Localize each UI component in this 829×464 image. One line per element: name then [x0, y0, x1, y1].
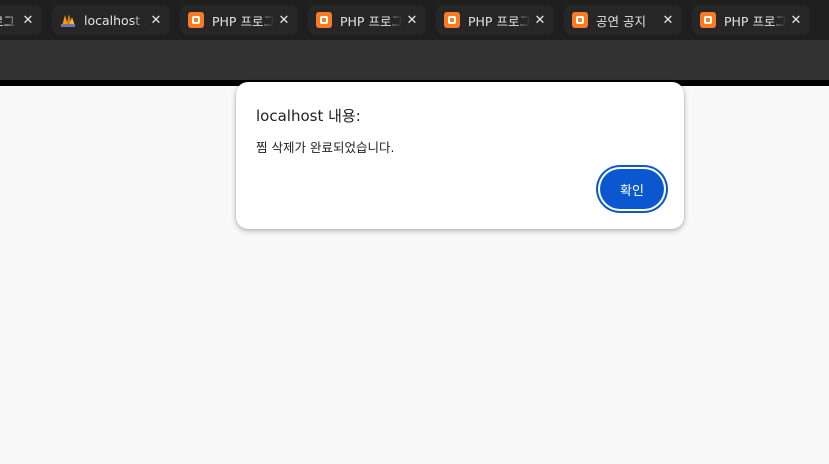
tab-title: PHP 프로그 [468, 13, 530, 29]
alert-dialog: localhost 내용: 찜 삭제가 완료되었습니다. 확인 [236, 82, 684, 229]
browser-tab[interactable]: PHP 프로그 ✕ [180, 5, 298, 35]
xampp-icon [188, 12, 204, 28]
tab-title: localhost / 1 [84, 12, 146, 28]
ok-button[interactable]: 확인 [600, 169, 664, 209]
phpmyadmin-icon [61, 14, 75, 27]
close-tab-icon[interactable]: ✕ [786, 13, 806, 28]
xampp-icon [700, 12, 716, 28]
browser-tab[interactable]: PHP 프로그 ✕ [436, 5, 554, 35]
close-tab-icon[interactable]: ✕ [18, 13, 38, 28]
close-tab-icon[interactable]: ✕ [274, 13, 294, 28]
close-tab-icon[interactable]: ✕ [658, 13, 678, 28]
xampp-icon [444, 12, 460, 28]
browser-tab[interactable]: 로그 ✕ [0, 5, 42, 35]
browser-toolbar [0, 40, 829, 80]
browser-tab[interactable]: PHP 프로그 ✕ [692, 5, 810, 35]
tab-strip: 로그 ✕ localhost / 1 ✕ PHP 프로그 ✕ PHP 프로그 ✕… [0, 0, 829, 40]
browser-tab[interactable]: 공연 공지 ✕ [564, 5, 682, 35]
tab-title: 공연 공지 [596, 13, 646, 29]
tab-title: PHP 프로그 [340, 13, 402, 29]
close-tab-icon[interactable]: ✕ [146, 13, 166, 28]
dialog-title: localhost 내용: [256, 107, 361, 125]
xampp-icon [316, 12, 332, 28]
xampp-icon [572, 12, 588, 28]
browser-tab[interactable]: localhost / 1 ✕ [52, 5, 170, 35]
dialog-message: 찜 삭제가 완료되었습니다. [256, 140, 395, 155]
tab-title: PHP 프로그 [212, 13, 274, 29]
tab-title: 로그 [0, 13, 16, 29]
close-tab-icon[interactable]: ✕ [402, 13, 422, 28]
tab-title: PHP 프로그 [724, 13, 786, 29]
close-tab-icon[interactable]: ✕ [530, 13, 550, 28]
browser-tab[interactable]: PHP 프로그 ✕ [308, 5, 426, 35]
